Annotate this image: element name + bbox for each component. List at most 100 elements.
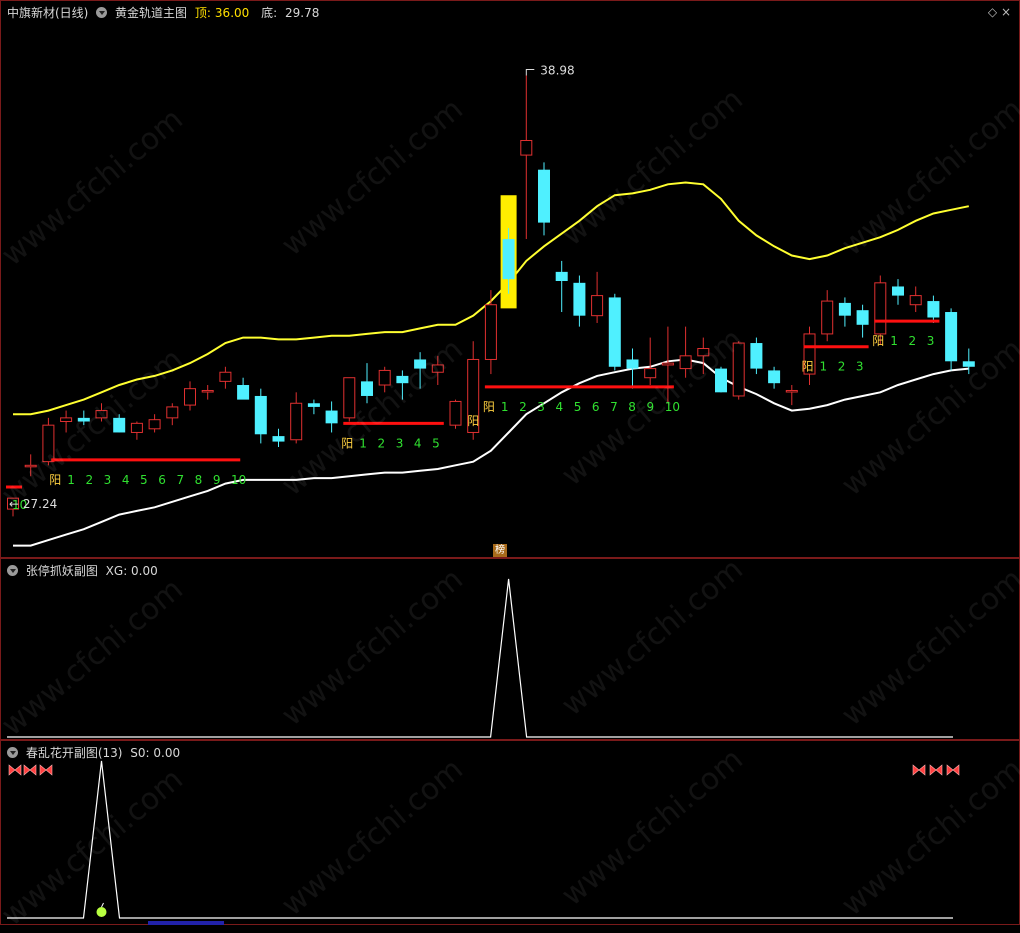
yang-label: 阳 bbox=[483, 400, 495, 414]
counter-number: 3 bbox=[856, 360, 864, 374]
candle-body-down bbox=[892, 286, 904, 296]
counter-number: 1 bbox=[501, 400, 509, 414]
sub1-header: 张停抓妖副图 XG: 0.00 bbox=[7, 563, 162, 579]
bottom-label-text: 底: bbox=[261, 6, 278, 20]
candle-body-up bbox=[679, 355, 692, 370]
counter-number: 2 bbox=[909, 334, 917, 348]
counter-number: 3 bbox=[927, 334, 935, 348]
counter-number: 8 bbox=[628, 400, 636, 414]
butterfly-icon bbox=[23, 764, 37, 776]
candle-body-down bbox=[113, 417, 126, 433]
candle-body-down bbox=[307, 403, 320, 407]
diamond-icon[interactable]: ◇ bbox=[988, 5, 997, 19]
counter-number: 5 bbox=[140, 473, 148, 487]
main-header: 中旗新材(日线) 黄金轨道主图 顶: 36.00 底: 29.78 bbox=[7, 5, 327, 21]
candle-body-up bbox=[290, 402, 303, 441]
sub2-title: 春乱花开副图(13) bbox=[25, 746, 123, 760]
counter-number: 5 bbox=[432, 436, 440, 450]
window-controls: ◇ × bbox=[988, 5, 1011, 19]
sub-chart-s0-pane[interactable]: 春乱花开副图(13) S0: 0.00 bbox=[0, 740, 1020, 925]
bang-badge[interactable]: 榜 bbox=[493, 544, 507, 557]
counter-number: 6 bbox=[592, 400, 600, 414]
candle-body-up bbox=[378, 369, 391, 386]
counter-number: 2 bbox=[838, 360, 846, 374]
candlestick-chart[interactable]: 10阳 1 2 3 4 5 6 7 8 9 10阳 1 2 3 4 5阳 1 2 3 4 5 6 7 8 9 10阳 1 2 3阳 1 2 3… bbox=[1, 1, 1020, 558]
candle-body-down bbox=[396, 375, 409, 384]
candle-body-down bbox=[945, 312, 958, 362]
yang-label: 阳 bbox=[872, 334, 884, 348]
counter-number: 10 bbox=[665, 400, 680, 414]
counter-number: 4 bbox=[122, 473, 130, 487]
butterfly-icon bbox=[946, 764, 960, 776]
counter-number: 10 bbox=[231, 473, 246, 487]
candle-body-down bbox=[750, 343, 763, 369]
candle-body-down bbox=[361, 381, 373, 396]
candle-body-up bbox=[343, 377, 356, 419]
candle-body-down bbox=[626, 359, 639, 369]
candle-body-down bbox=[414, 359, 427, 369]
candle-body-up bbox=[60, 417, 73, 423]
candle-body-up bbox=[484, 304, 497, 360]
candle-body-up bbox=[42, 424, 55, 463]
counter-number: 3 bbox=[104, 473, 112, 487]
counter-number: 3 bbox=[396, 436, 404, 450]
candle-body-up bbox=[148, 419, 161, 430]
counter-number: 5 bbox=[574, 400, 582, 414]
candle-body-down bbox=[573, 282, 586, 316]
counter-number: 3 bbox=[537, 400, 545, 414]
counter-number: 2 bbox=[85, 473, 93, 487]
candle-body-up bbox=[661, 362, 674, 366]
candle-body-down bbox=[77, 417, 90, 422]
settings-gear-icon[interactable] bbox=[7, 747, 18, 758]
butterfly-icon bbox=[912, 764, 926, 776]
candle-body-up bbox=[431, 364, 444, 373]
counter-number: 8 bbox=[195, 473, 203, 487]
apple-icon bbox=[96, 907, 107, 917]
bottom-label: 底: 29.78 bbox=[261, 6, 323, 20]
xg-line bbox=[7, 578, 953, 738]
candle-body-down bbox=[768, 370, 781, 384]
close-icon[interactable]: × bbox=[1001, 5, 1011, 19]
candle-body-up bbox=[874, 282, 887, 335]
low-label: ← 27.24 bbox=[9, 497, 57, 511]
candle-body-up bbox=[219, 371, 232, 382]
counter-number: 2 bbox=[378, 436, 386, 450]
candle-body-up bbox=[591, 295, 604, 317]
counter-number: 1 bbox=[890, 334, 898, 348]
top-label-text: 顶: bbox=[194, 6, 211, 20]
sub-chart-xg-pane[interactable]: 张停抓妖副图 XG: 0.00 bbox=[0, 558, 1020, 740]
candle-body-down bbox=[237, 385, 250, 400]
candle-body-up bbox=[130, 422, 143, 433]
high-label: 38.98 bbox=[540, 64, 574, 78]
candle-body-down bbox=[962, 361, 975, 367]
candle-body-up bbox=[166, 406, 179, 419]
settings-gear-icon[interactable] bbox=[7, 565, 18, 576]
date-range-bar[interactable] bbox=[148, 921, 224, 925]
counter-number: 4 bbox=[414, 436, 422, 450]
candle-body-down bbox=[608, 297, 621, 367]
sub2-header: 春乱花开副图(13) S0: 0.00 bbox=[7, 745, 184, 761]
candle-body-up bbox=[24, 464, 37, 468]
main-chart-pane[interactable]: 中旗新材(日线) 黄金轨道主图 顶: 36.00 底: 29.78 ◇ × 10 阳… bbox=[0, 0, 1020, 558]
xg-line-chart[interactable] bbox=[1, 559, 1020, 740]
candle-body-up bbox=[644, 368, 657, 379]
counter-number: 1 bbox=[820, 360, 828, 374]
counter-number: 6 bbox=[158, 473, 166, 487]
candle-body-up bbox=[184, 388, 196, 406]
candle-body-up bbox=[821, 300, 834, 335]
s0-line-chart[interactable] bbox=[1, 741, 1020, 925]
counter-number: 7 bbox=[176, 473, 184, 487]
candle-body-up bbox=[732, 342, 745, 397]
yang-label: 阳 bbox=[49, 473, 61, 487]
candle-body-down bbox=[927, 301, 940, 318]
candle-body-down bbox=[856, 310, 869, 325]
apple-stem-icon bbox=[101, 902, 104, 908]
candle-body-down bbox=[272, 436, 285, 442]
candle-body-down bbox=[325, 410, 338, 424]
settings-gear-icon[interactable] bbox=[96, 7, 108, 18]
counter-number: 9 bbox=[213, 473, 221, 487]
indicator-name: 黄金轨道主图 bbox=[115, 6, 188, 20]
candle-body-down bbox=[502, 239, 515, 280]
candle-body-up bbox=[697, 348, 710, 357]
candle-body-down bbox=[838, 302, 851, 316]
